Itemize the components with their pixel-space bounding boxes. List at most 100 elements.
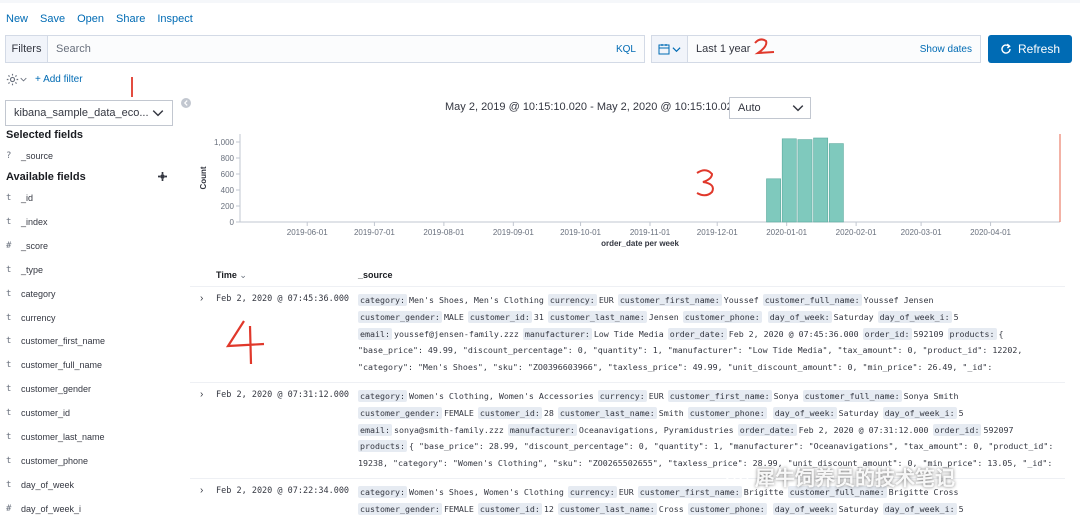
field-name: _index: [21, 216, 48, 227]
field-item-category[interactable]: t category: [6, 287, 56, 301]
source-value: 12: [543, 503, 554, 514]
histogram-bar: [813, 137, 829, 223]
x-tick-label: 2019-09-01: [493, 228, 534, 237]
field-name: currency: [21, 312, 56, 323]
x-tick-label: 2020-02-01: [836, 228, 877, 237]
field-item-currency[interactable]: t currency: [6, 311, 56, 325]
time-range-header: May 2, 2019 @ 10:15:10.020 - May 2, 2020…: [445, 101, 753, 113]
row-source: category: Men's Shoes, Men's Clothing curr…: [358, 292, 1063, 376]
field-name: customer_last_name: [21, 432, 105, 442]
menu-share[interactable]: Share: [116, 13, 145, 25]
wechat-icon: [725, 467, 749, 485]
x-tick-label: 2020-03-01: [901, 228, 942, 237]
interval-select[interactable]: Auto: [729, 97, 811, 119]
field-item-customer-id[interactable]: t customer_id: [6, 406, 70, 420]
refresh-button[interactable]: Refresh: [988, 35, 1072, 63]
annotation-4: [225, 320, 265, 365]
field-item-day-of-week[interactable]: t day_of_week: [6, 478, 74, 492]
y-tick-label: 600: [221, 170, 235, 179]
expand-row-icon[interactable]: ›: [200, 389, 203, 400]
annotation-1: [131, 77, 133, 97]
source-key: customer_last_name:: [557, 406, 657, 419]
x-tick-label: 2020-01-01: [766, 228, 807, 237]
source-key: customer_first_name:: [667, 390, 772, 402]
row-timestamp: Feb 2, 2020 @ 07:22:34.000: [216, 486, 350, 496]
source-key: day_of_week_i:: [877, 310, 952, 323]
time-column-header[interactable]: Time ⌄: [216, 270, 247, 281]
field-item-customer-first-name[interactable]: t customer_first_name: [6, 334, 105, 348]
menu-open[interactable]: Open: [77, 13, 104, 25]
source-value: FEMALE: [443, 407, 474, 418]
field-item-type[interactable]: t _type: [6, 263, 43, 277]
show-dates-link[interactable]: Show dates: [920, 44, 980, 55]
source-line: category: Women's Clothing, Women's Acces…: [358, 388, 1063, 405]
field-type-icon: t: [6, 479, 12, 490]
field-name: customer_gender: [21, 384, 92, 395]
index-pattern-select[interactable]: kibana_sample_data_eco...: [5, 100, 173, 126]
source-key: customer_full_name:: [762, 294, 862, 306]
x-tick-label: 2019-06-01: [287, 228, 328, 237]
field-type-icon: t: [6, 455, 12, 466]
source-column-header: _source: [358, 270, 393, 280]
menu-inspect[interactable]: Inspect: [157, 13, 192, 25]
chevron-down-icon[interactable]: [20, 76, 27, 83]
field-name: customer_id: [21, 408, 71, 419]
watermark-text: 犀牛饲养员的技术笔记: [755, 468, 955, 490]
gear-icon[interactable]: [6, 73, 19, 86]
date-range-text[interactable]: Last 1 year: [688, 43, 920, 55]
field-item-customer-full-name[interactable]: t customer_full_name: [6, 358, 102, 372]
index-pattern-label: kibana_sample_data_eco...: [14, 107, 149, 119]
field-item-customer-last-name[interactable]: t customer_last_name: [6, 430, 105, 444]
menu-new[interactable]: New: [6, 13, 28, 25]
x-tick-label: 2019-08-01: [423, 228, 464, 237]
gear-icon[interactable]: [158, 172, 167, 181]
row-source: category: Women's Shoes, Women's Clothing…: [358, 484, 1063, 518]
field-name: _type: [21, 264, 44, 275]
field-item-customer-gender[interactable]: t customer_gender: [6, 382, 91, 396]
histogram-bar: [828, 143, 844, 223]
source-value: Sonya Smith: [903, 391, 959, 401]
source-line: email: youssef@jensen-family.zzz manufactu…: [358, 326, 1063, 343]
annotation-3: [696, 169, 714, 197]
expand-row-icon[interactable]: ›: [200, 293, 203, 304]
interval-value: Auto: [738, 102, 761, 114]
x-tick-label: 2019-11-01: [630, 228, 671, 237]
query-bar: Filters KQL Last 1 year Show dates Refre…: [0, 34, 1080, 66]
add-filter-button[interactable]: + Add filter: [35, 74, 83, 85]
calendar-quick-menu-button[interactable]: [652, 36, 688, 62]
source-value: FEMALE: [443, 503, 474, 514]
expand-row-icon[interactable]: ›: [200, 485, 203, 496]
field-item-score[interactable]: # _score: [6, 239, 48, 253]
field-item-source[interactable]: ? _source: [6, 149, 53, 163]
collapse-sidebar-button[interactable]: [181, 98, 191, 108]
field-item-index[interactable]: t _index: [6, 215, 48, 229]
source-key: customer_last_name:: [547, 310, 647, 323]
source-key: products:: [947, 327, 997, 340]
field-item-day-of-week-i[interactable]: # day_of_week_i: [6, 502, 81, 516]
y-axis-title: Count: [199, 166, 208, 189]
field-sidebar: kibana_sample_data_eco... Selected field…: [0, 96, 180, 525]
source-key: order_date:: [667, 327, 727, 340]
field-name: category: [21, 288, 56, 299]
kql-toggle[interactable]: KQL: [616, 44, 644, 55]
filters-label[interactable]: Filters: [6, 36, 48, 62]
field-type-icon: t: [6, 288, 12, 299]
source-key: currency:: [567, 486, 617, 498]
source-value: Youssef Jensen: [863, 295, 934, 305]
field-item-customer-phone[interactable]: t customer_phone: [6, 454, 88, 468]
source-key: customer_last_name:: [557, 502, 657, 515]
histogram-bar: [797, 139, 813, 223]
field-item-id[interactable]: t _id: [6, 191, 33, 205]
source-value: Men's Shoes, Men's Clothing: [408, 295, 544, 305]
source-value: 31: [533, 311, 544, 322]
search-input[interactable]: [48, 36, 616, 62]
source-key: customer_gender:: [358, 406, 442, 419]
field-name: day_of_week: [21, 479, 75, 490]
source-value: youssef@jensen-family.zzz: [393, 328, 519, 339]
field-type-icon: t: [6, 384, 12, 395]
source-key: customer_phone:: [687, 502, 767, 515]
field-name: customer_full_name: [21, 360, 103, 371]
source-key: category:: [358, 390, 407, 402]
source-key: day_of_week_i:: [882, 406, 957, 419]
menu-save[interactable]: Save: [40, 13, 65, 25]
